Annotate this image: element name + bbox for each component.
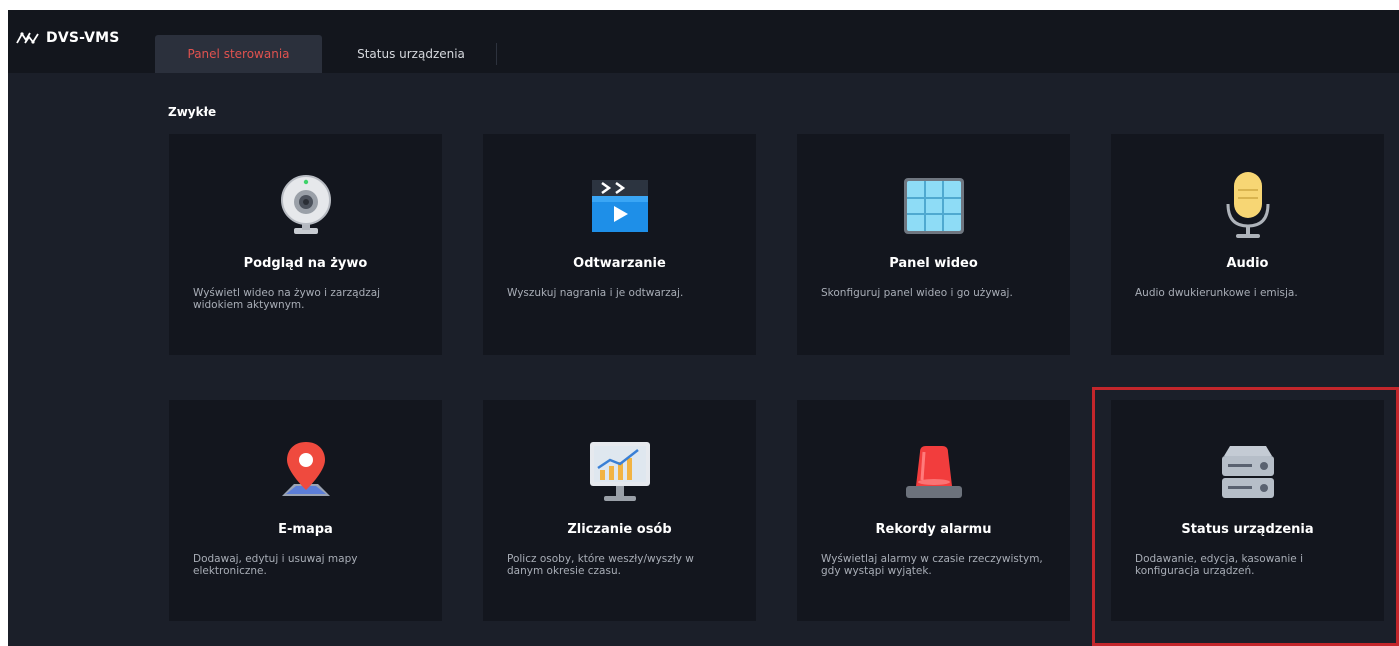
- tab-status-urzadzenia[interactable]: Status urządzenia: [326, 35, 496, 73]
- card-alarm-records[interactable]: Rekordy alarmu Wyświetlaj alarmy w czasi…: [797, 400, 1070, 621]
- card-title: Audio: [1226, 256, 1269, 271]
- card-e-map[interactable]: E-mapa Dodawaj, edytuj i usuwaj mapy ele…: [169, 400, 442, 621]
- card-title: Rekordy alarmu: [875, 522, 992, 537]
- card-description: Dodawaj, edytuj i usuwaj mapy elektronic…: [193, 553, 358, 577]
- microphone-icon: [1226, 172, 1269, 238]
- card-description: Policz osoby, które weszły/wyszły w dany…: [507, 553, 694, 577]
- card-title: Podgląd na żywo: [243, 256, 368, 271]
- card-description: Audio dwukierunkowe i emisja.: [1135, 287, 1298, 299]
- top-bar: DVS-VMS Panel sterowania Status urządzen…: [8, 10, 1399, 73]
- card-title: Panel wideo: [889, 256, 978, 271]
- alarm-siren-icon: [905, 446, 962, 498]
- webcam-icon: [280, 175, 331, 234]
- tab-label: Panel sterowania: [187, 47, 290, 61]
- card-video-wall[interactable]: Panel wideo Skonfiguruj panel wideo i go…: [797, 134, 1070, 355]
- section-title: Zwykłe: [168, 105, 217, 119]
- card-description: Wyświetl wideo na żywo i zarządzaj widok…: [193, 287, 381, 311]
- app-title: DVS-VMS: [46, 30, 120, 46]
- tab-panel-sterowania[interactable]: Panel sterowania: [155, 35, 322, 73]
- card-description: Skonfiguruj panel wideo i go używaj.: [821, 287, 1013, 299]
- app-window: DVS-VMS Panel sterowania Status urządzen…: [8, 10, 1399, 646]
- card-device-status[interactable]: Status urządzenia Dodawanie, edycja, kas…: [1111, 400, 1384, 621]
- device-server-icon: [1221, 446, 1274, 498]
- card-live-view[interactable]: Podgląd na żywo Wyświetl wideo na żywo i…: [169, 134, 442, 355]
- card-title: E-mapa: [278, 522, 333, 537]
- card-description: Dodawanie, edycja, kasowanie i konfigura…: [1135, 553, 1304, 577]
- monitor-chart-icon: [589, 442, 650, 501]
- map-pin-icon: [281, 442, 330, 496]
- tab-label: Status urządzenia: [357, 47, 465, 61]
- card-title: Status urządzenia: [1181, 522, 1314, 537]
- tab-divider: [496, 43, 497, 65]
- card-people-counting[interactable]: Zliczanie osób Policz osoby, które weszł…: [483, 400, 756, 621]
- card-playback[interactable]: Odtwarzanie Wyszukuj nagrania i je odtwa…: [483, 134, 756, 355]
- video-wall-icon: [903, 178, 964, 234]
- card-title: Odtwarzanie: [573, 256, 666, 271]
- app-logo: DVS-VMS: [16, 26, 120, 50]
- card-audio[interactable]: Audio Audio dwukierunkowe i emisja.: [1111, 134, 1384, 355]
- card-title: Zliczanie osób: [567, 522, 672, 537]
- card-description: Wyświetlaj alarmy w czasie rzeczywistym,…: [821, 553, 1043, 577]
- playback-clapper-icon: [591, 180, 648, 232]
- logo-icon: [16, 32, 39, 44]
- card-description: Wyszukuj nagrania i je odtwarzaj.: [507, 287, 684, 299]
